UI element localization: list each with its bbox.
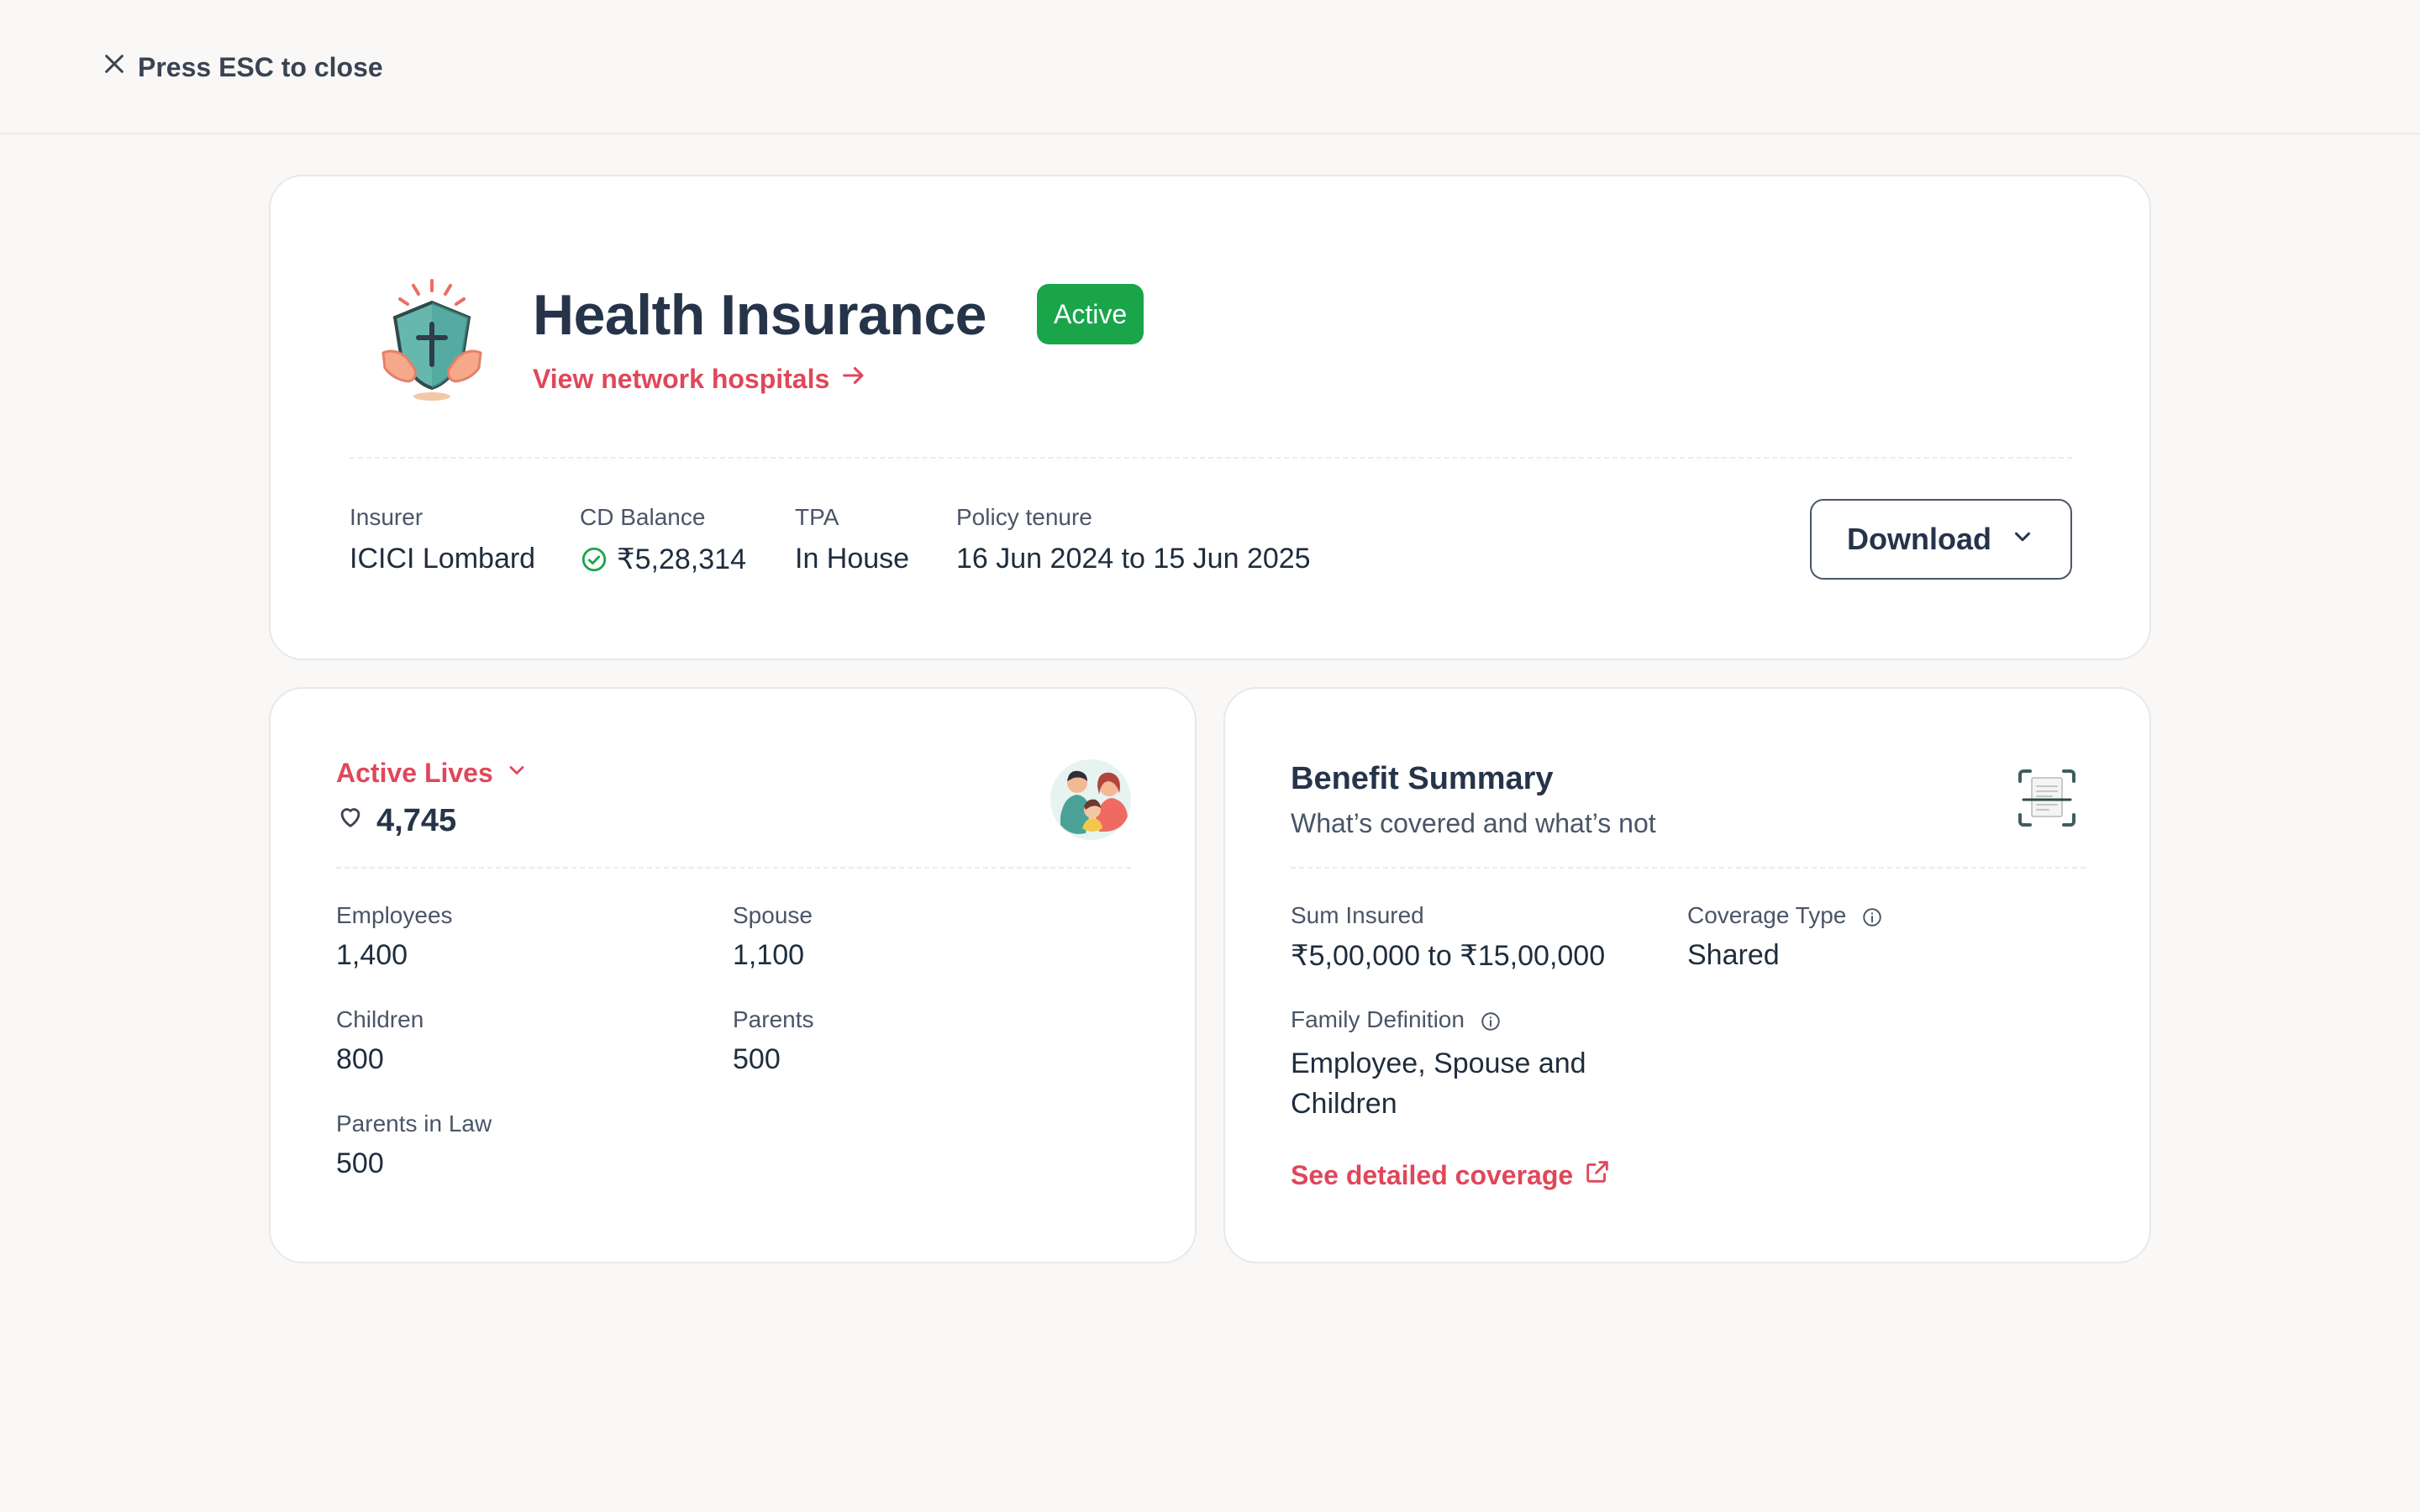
stat-spouse: Spouse 1,100: [733, 902, 813, 972]
stat-value: 500: [336, 1147, 384, 1179]
shield-hands-icon: [378, 276, 504, 415]
benefit-summary-card: Benefit Summary What’s covered and what’…: [1223, 687, 2151, 1263]
download-button[interactable]: Download: [1810, 499, 2072, 580]
close-button[interactable]: Press ESC to close: [101, 49, 383, 86]
cd-balance-value: ₹5,28,314: [617, 543, 746, 575]
stat-value: 1,400: [336, 939, 408, 971]
coverage-type-label-row: Coverage Type: [1687, 902, 1883, 929]
stat-parents-in-law: Parents in Law 500: [336, 1110, 492, 1180]
close-icon: [101, 50, 128, 84]
stat-value: 1,100: [733, 939, 805, 971]
family-definition-field: Family Definition Employee, Spouse and C…: [1291, 1006, 1644, 1124]
cd-balance-label: CD Balance: [580, 504, 706, 530]
family-definition-value: Employee, Spouse and Children: [1291, 1047, 1586, 1120]
cd-balance-value-row: ₹5,28,314: [580, 543, 746, 576]
benefit-title: Benefit Summary: [1291, 761, 1554, 796]
lives-header: Active Lives 4,745: [336, 758, 529, 839]
policy-tenure-value: 16 Jun 2024 to 15 Jun 2025: [956, 543, 1311, 575]
stat-children: Children 800: [336, 1006, 424, 1076]
document-scan-icon: [2017, 768, 2077, 828]
stat-employees: Employees 1,400: [336, 902, 453, 972]
stat-value: 800: [336, 1043, 384, 1075]
insurer-value: ICICI Lombard: [350, 543, 536, 575]
top-bar: Press ESC to close: [0, 0, 2420, 134]
stat-label: Parents in Law: [336, 1110, 492, 1137]
tpa-field: TPA In House: [795, 504, 909, 575]
hospitals-link-label: View network hospitals: [533, 363, 830, 394]
lives-count: 4,745: [376, 802, 457, 838]
family-icon: [1049, 758, 1133, 842]
insurer-field: Insurer ICICI Lombard: [350, 504, 535, 575]
coverage-type-field: Coverage Type Shared: [1687, 902, 1883, 972]
chevron-down-icon: [2010, 522, 2035, 557]
policy-card: Health Insurance Active View network hos…: [269, 175, 2151, 660]
stat-label: Employees: [336, 902, 453, 928]
download-label: Download: [1847, 522, 1991, 556]
divider: [336, 867, 1131, 869]
insurer-label: Insurer: [350, 504, 424, 530]
arrow-right-icon: [839, 361, 868, 396]
see-detailed-coverage-link[interactable]: See detailed coverage: [1291, 1158, 1612, 1193]
divider: [350, 457, 2072, 459]
coverage-link-label: See detailed coverage: [1291, 1159, 1574, 1190]
stat-parents: Parents 500: [733, 1006, 814, 1076]
family-definition-label-row: Family Definition: [1291, 1006, 1644, 1033]
family-definition-label: Family Definition: [1291, 1006, 1465, 1032]
coverage-type-value: Shared: [1687, 939, 1780, 971]
view-network-hospitals-link[interactable]: View network hospitals: [533, 361, 868, 396]
close-label: Press ESC to close: [138, 51, 383, 82]
cd-balance-field: CD Balance ₹5,28,314: [580, 504, 746, 576]
policy-tenure-label: Policy tenure: [956, 504, 1092, 530]
stat-label: Spouse: [733, 902, 813, 928]
external-link-icon: [1583, 1158, 1612, 1193]
sum-insured-field: Sum Insured ₹5,00,000 to ₹15,00,000: [1291, 902, 1605, 973]
lives-count-row: 4,745: [336, 802, 529, 839]
benefit-subtitle: What’s covered and what’s not: [1291, 808, 1656, 838]
stat-label: Parents: [733, 1006, 814, 1032]
sum-insured-label: Sum Insured: [1291, 902, 1424, 928]
stat-value: 500: [733, 1043, 781, 1075]
info-icon[interactable]: [1861, 906, 1883, 928]
page-title: Health Insurance: [533, 283, 986, 347]
divider: [1291, 867, 2086, 869]
active-lives-dropdown[interactable]: Active Lives: [336, 758, 529, 789]
stat-label: Children: [336, 1006, 424, 1032]
chevron-down-icon: [505, 758, 529, 789]
policy-tenure-field: Policy tenure 16 Jun 2024 to 15 Jun 2025: [956, 504, 1311, 575]
tpa-value: In House: [795, 543, 910, 575]
sum-insured-value: ₹5,00,000 to ₹15,00,000: [1291, 940, 1606, 972]
check-circle-icon: [580, 545, 608, 574]
active-lives-label: Active Lives: [336, 758, 493, 788]
info-icon[interactable]: [1480, 1011, 1502, 1032]
active-lives-card: Active Lives 4,745 Employees 1,400 Spous…: [269, 687, 1197, 1263]
status-badge: Active: [1037, 284, 1144, 344]
tpa-label: TPA: [795, 504, 839, 530]
coverage-type-label: Coverage Type: [1687, 902, 1847, 928]
heart-icon: [336, 802, 365, 839]
